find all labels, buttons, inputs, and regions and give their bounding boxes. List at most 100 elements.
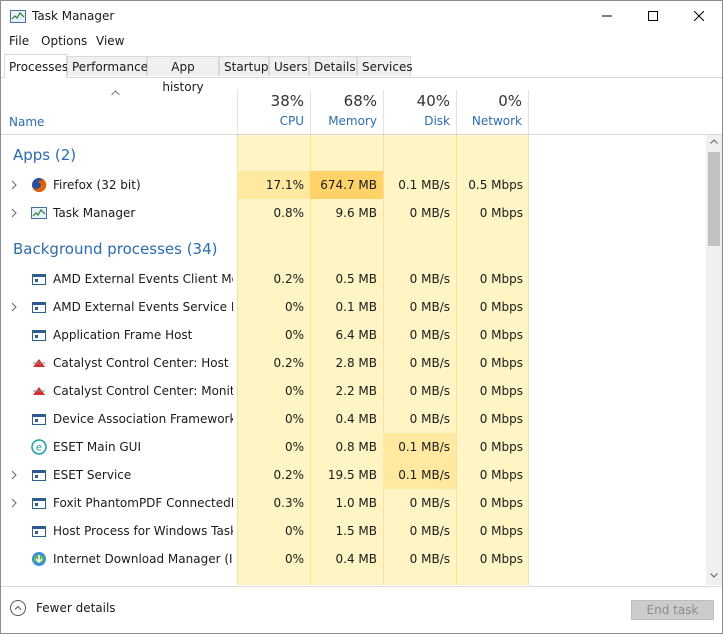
footer-bar: Fewer details End task bbox=[1, 586, 722, 633]
close-icon bbox=[694, 11, 704, 21]
process-name: ESET Service bbox=[53, 468, 132, 482]
table-row[interactable]: Host Process for Windows Tasks 0% 1.5 MB… bbox=[1, 517, 706, 545]
header-cpu[interactable]: 38% CPU bbox=[237, 90, 310, 134]
tab-performance[interactable]: Performance bbox=[67, 56, 148, 76]
cpu-value: 0% bbox=[284, 384, 304, 398]
disk-value: 0 MB/s bbox=[409, 328, 450, 342]
cpu-value: 0% bbox=[284, 440, 304, 454]
cpu-value: 0% bbox=[284, 412, 304, 426]
network-value: 0 Mbps bbox=[479, 356, 523, 370]
header-disk-label: Disk bbox=[424, 114, 450, 128]
expand-chevron-icon[interactable] bbox=[11, 180, 17, 190]
memory-value: 0.1 MB bbox=[335, 300, 377, 314]
disk-value: 0.1 MB/s bbox=[383, 433, 456, 461]
table-row[interactable]: Device Association Framework ... 0% 0.4 … bbox=[1, 405, 706, 433]
service-window-icon bbox=[32, 470, 46, 481]
close-button[interactable] bbox=[676, 1, 722, 32]
service-window-icon bbox=[32, 330, 46, 341]
header-cpu-pct: 38% bbox=[270, 92, 304, 110]
process-name: Catalyst Control Center: Host a... bbox=[53, 356, 233, 370]
table-row[interactable]: Task Manager 0.8% 9.6 MB 0 MB/s 0 Mbps bbox=[1, 199, 706, 227]
title-bar[interactable]: Task Manager bbox=[1, 1, 722, 32]
process-name: Firefox (32 bit) bbox=[53, 178, 141, 192]
header-cpu-label: CPU bbox=[279, 114, 304, 128]
disk-value: 0.1 MB/s bbox=[398, 178, 450, 192]
table-row[interactable]: AMD External Events Client Mo... 0.2% 0.… bbox=[1, 265, 706, 293]
expand-chevron-icon[interactable] bbox=[11, 302, 17, 312]
expand-chevron-icon[interactable] bbox=[11, 208, 17, 218]
tab-app-history[interactable]: App history bbox=[147, 56, 219, 94]
table-row[interactable]: Application Frame Host 0% 6.4 MB 0 MB/s … bbox=[1, 321, 706, 349]
memory-value: 6.4 MB bbox=[335, 328, 377, 342]
service-window-icon bbox=[32, 526, 46, 537]
table-row[interactable]: ESET Service 0.2% 19.5 MB 0.1 MB/s 0 Mbp… bbox=[1, 461, 706, 489]
group-background-header[interactable]: Background processes (34) bbox=[13, 235, 218, 263]
cpu-value: 0.3% bbox=[273, 496, 305, 510]
maximize-icon bbox=[648, 11, 658, 21]
header-network[interactable]: 0% Network bbox=[456, 90, 529, 134]
tab-details[interactable]: Details bbox=[309, 56, 357, 76]
firefox-icon bbox=[32, 177, 47, 192]
tab-services[interactable]: Services bbox=[357, 56, 413, 76]
process-name: Application Frame Host bbox=[53, 328, 193, 342]
fewer-details-button[interactable]: Fewer details bbox=[10, 600, 116, 616]
cpu-value: 0% bbox=[284, 552, 304, 566]
expand-chevron-icon[interactable] bbox=[11, 498, 17, 508]
menu-options[interactable]: Options bbox=[41, 34, 87, 48]
scroll-up-icon[interactable] bbox=[710, 139, 718, 144]
scrollbar-thumb[interactable] bbox=[708, 152, 720, 246]
memory-value: 2.2 MB bbox=[335, 384, 377, 398]
menu-file[interactable]: File bbox=[9, 34, 29, 48]
network-value: 0 Mbps bbox=[479, 552, 523, 566]
maximize-button[interactable] bbox=[630, 1, 676, 32]
disk-value: 0 MB/s bbox=[409, 412, 450, 426]
header-disk[interactable]: 40% Disk bbox=[383, 90, 456, 134]
table-row[interactable]: Foxit PhantomPDF ConnectedP... 0.3% 1.0 … bbox=[1, 489, 706, 517]
process-name: ESET Main GUI bbox=[53, 440, 142, 454]
group-apps-header[interactable]: Apps (2) bbox=[13, 141, 76, 169]
network-value: 0 Mbps bbox=[479, 272, 523, 286]
process-name: Host Process for Windows Tasks bbox=[53, 524, 233, 538]
sort-ascending-icon bbox=[111, 90, 120, 96]
disk-value: 0 MB/s bbox=[409, 496, 450, 510]
process-name: Device Association Framework ... bbox=[53, 412, 233, 426]
menu-bar: File Options View bbox=[1, 32, 722, 52]
tab-users[interactable]: Users bbox=[269, 56, 309, 76]
table-row[interactable]: AMD External Events Service M... 0% 0.1 … bbox=[1, 293, 706, 321]
window-title: Task Manager bbox=[32, 9, 115, 23]
table-row[interactable]: Catalyst Control Center: Monito... 0% 2.… bbox=[1, 377, 706, 405]
table-row[interactable]: e ESET Main GUI 0% 0.8 MB 0.1 MB/s 0 Mbp… bbox=[1, 433, 706, 461]
header-memory-label: Memory bbox=[328, 114, 377, 128]
end-task-button[interactable]: End task bbox=[631, 600, 714, 620]
task-manager-app-icon bbox=[10, 10, 26, 23]
memory-value: 1.5 MB bbox=[335, 524, 377, 538]
memory-value: 0.5 MB bbox=[335, 272, 377, 286]
memory-value: 19.5 MB bbox=[327, 468, 377, 482]
scroll-down-icon[interactable] bbox=[710, 573, 718, 578]
service-window-icon bbox=[32, 414, 46, 425]
tab-startup[interactable]: Startup bbox=[219, 56, 269, 76]
table-row[interactable]: Catalyst Control Center: Host a... 0.2% … bbox=[1, 349, 706, 377]
task-manager-icon bbox=[31, 207, 47, 219]
catalyst-icon bbox=[33, 359, 45, 367]
network-value: 0 Mbps bbox=[479, 300, 523, 314]
disk-value: 0 MB/s bbox=[409, 524, 450, 538]
minimize-button[interactable] bbox=[584, 1, 630, 32]
task-manager-window: Task Manager File Options View Processes… bbox=[0, 0, 723, 634]
network-value: 0 Mbps bbox=[479, 328, 523, 342]
tab-strip: Processes Performance App history Startu… bbox=[1, 54, 722, 94]
disk-value: 0 MB/s bbox=[409, 272, 450, 286]
table-row[interactable]: Internet Download Manager (ID... 0% 0.4 … bbox=[1, 545, 706, 573]
header-memory[interactable]: 68% Memory bbox=[310, 90, 383, 134]
vertical-scrollbar[interactable] bbox=[706, 135, 722, 585]
memory-value: 674.7 MB bbox=[310, 171, 383, 199]
menu-view[interactable]: View bbox=[96, 34, 124, 48]
process-name: Internet Download Manager (ID... bbox=[53, 552, 233, 566]
disk-value: 0 MB/s bbox=[409, 384, 450, 398]
cpu-value: 0% bbox=[284, 328, 304, 342]
tab-processes[interactable]: Processes bbox=[4, 54, 68, 78]
expand-chevron-icon[interactable] bbox=[11, 470, 17, 480]
header-name[interactable]: Name bbox=[9, 115, 44, 129]
table-row[interactable]: Firefox (32 bit) 17.1% 674.7 MB 0.1 MB/s… bbox=[1, 171, 706, 199]
memory-value: 0.8 MB bbox=[335, 440, 377, 454]
